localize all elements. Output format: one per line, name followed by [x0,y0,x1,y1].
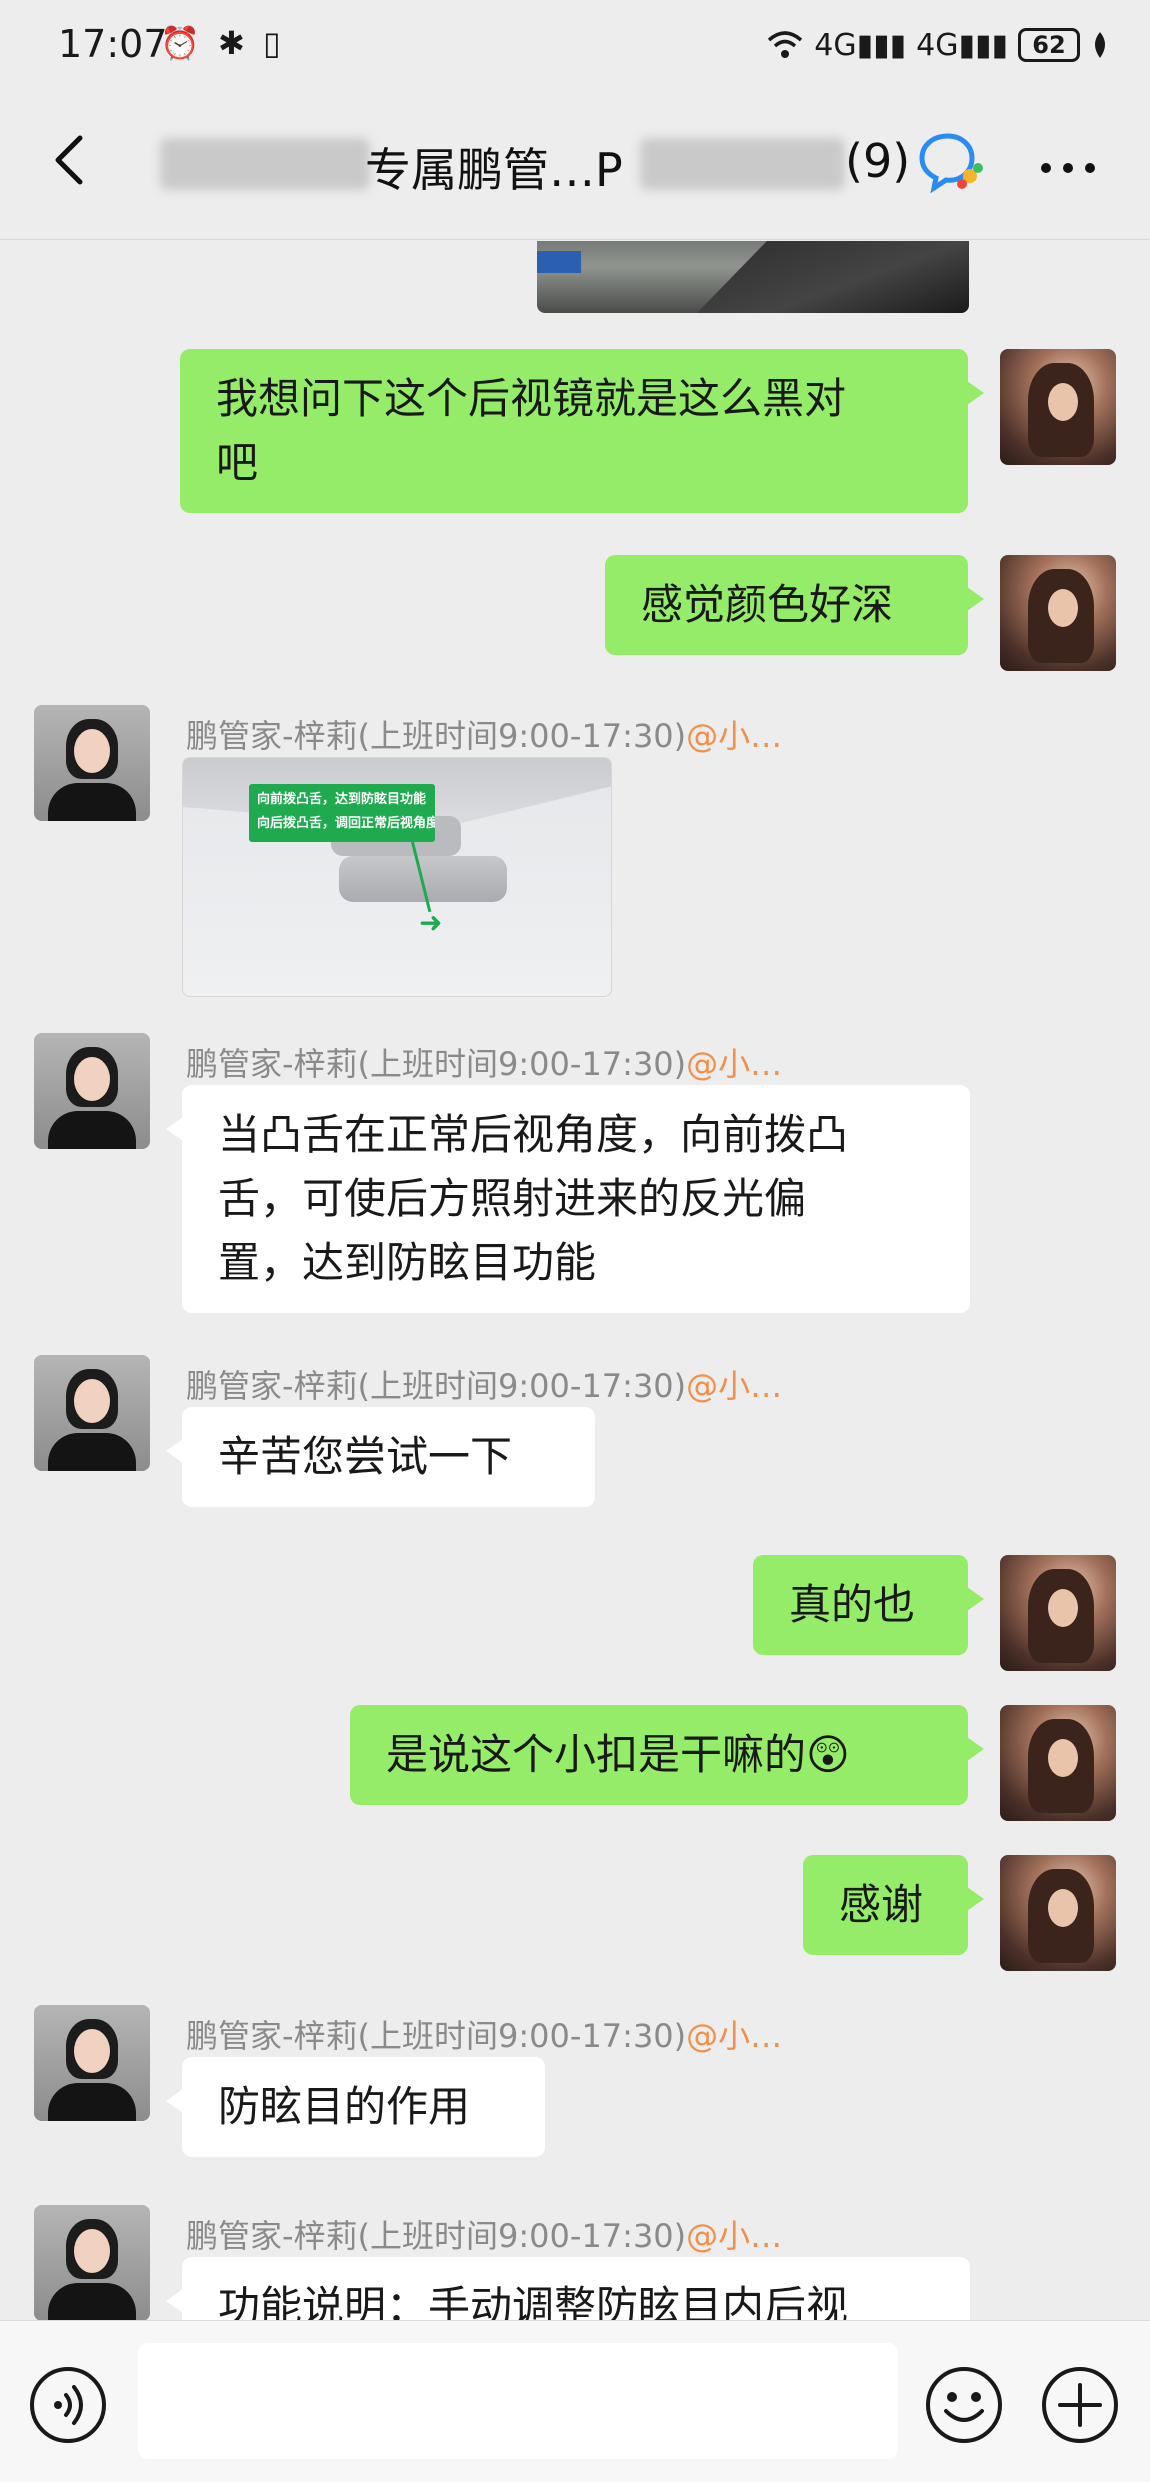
status-indicator-icons: ⏰ ✱ ▯ [160,24,285,62]
message-text: 舌，可使后方照射进来的反光偏 [218,1174,807,1223]
message-text: 感谢 [839,1880,924,1929]
avatar-agent[interactable] [34,2005,150,2121]
sender-name: 鹏管家-梓莉(上班时间9:00-17:30)@小… [186,717,783,755]
message-bubble-self[interactable]: 感谢 [803,1855,984,1955]
sender-name: 鹏管家-梓莉(上班时间9:00-17:30)@小… [186,2217,783,2255]
car-dashboard-shape [697,241,969,313]
sender-name: 鹏管家-梓莉(上班时间9:00-17:30)@小… [186,2017,783,2055]
mention-tag: @小… [686,1367,783,1405]
message-bubble-self[interactable]: 真的也 [753,1555,984,1655]
message-bubble-self[interactable]: 是说这个小扣是干嘛的😲 [350,1705,984,1805]
message-bubble-self[interactable]: 我想问下这个后视镜就是这么黑对 吧 [180,349,984,513]
chat-title[interactable]: 专属鹏管…P [365,134,623,200]
mention-tag: @小… [686,2017,783,2055]
add-attachment-icon[interactable] [1040,2365,1120,2445]
message-text: 感觉颜色好深 [641,580,894,629]
avatar-self[interactable] [1000,349,1116,465]
message-image-mirror-diagram[interactable]: 向前拨凸舌，达到防眩目功能 向后拨凸舌，调回正常后视角度 ➜ [182,757,612,997]
message-text: 置，达到防眩目功能 [218,1238,597,1287]
avatar-self[interactable] [1000,555,1116,671]
wecom-chat-icon[interactable] [918,130,986,194]
avatar-agent[interactable] [34,1355,150,1471]
mention-tag: @小… [686,717,783,755]
message-bubble-agent[interactable]: 当凸舌在正常后视角度，向前拨凸 舌，可使后方照射进来的反光偏 置，达到防眩目功能 [166,1085,970,1313]
leaf-icon [1095,32,1105,58]
message-input[interactable] [138,2343,898,2459]
message-image-car-photo[interactable] [537,241,969,313]
message-bubble-agent[interactable]: 防眩目的作用 [166,2057,545,2157]
wifi-icon [768,31,803,58]
license-plate-fragment [537,251,581,273]
message-bubble-agent[interactable]: 辛苦您尝试一下 [166,1407,595,1507]
member-count: (9) [845,134,911,188]
avatar-self[interactable] [1000,1705,1116,1821]
status-time: 17:07 [58,22,168,66]
avatar-agent[interactable] [34,705,150,821]
message-text: 真的也 [789,1580,916,1629]
status-bar: 17:07 ⏰ ✱ ▯ 4G▮▮▮ 4G▮▮▮ 62 [0,0,1150,90]
message-text: 是说这个小扣是干嘛的 [386,1730,807,1779]
input-bar [0,2320,1150,2482]
sender-name: 鹏管家-梓莉(上班时间9:00-17:30)@小… [186,1367,783,1405]
avatar-self[interactable] [1000,1555,1116,1671]
title-redacted-right [640,138,845,190]
emoji-icon[interactable] [924,2365,1004,2445]
status-right-group: 4G▮▮▮ 4G▮▮▮ 62 [766,22,1110,68]
avatar-agent[interactable] [34,2205,150,2321]
signal-4g-icon-2: 4G▮▮▮ [916,27,1008,63]
avatar-self[interactable] [1000,1855,1116,1971]
avatar-agent[interactable] [34,1033,150,1149]
signal-4g-icon: 4G▮▮▮ [814,27,907,63]
message-text: 防眩目的作用 [218,2082,471,2131]
shocked-face-emoji-icon: 😲 [806,1730,850,1779]
arrow-right-icon: ➜ [419,906,443,939]
sender-name: 鹏管家-梓莉(上班时间9:00-17:30)@小… [186,1045,783,1083]
message-list[interactable]: 我想问下这个后视镜就是这么黑对 吧 感觉颜色好深 鹏管家-梓莉(上班时间9:00… [0,241,1150,2321]
more-options-icon[interactable] [1040,162,1096,174]
message-bubble-self[interactable]: 感觉颜色好深 [605,555,984,655]
message-bubble-agent[interactable]: 功能说明：手动调整防眩目内后视 [166,2257,970,2321]
back-arrow-icon[interactable] [42,130,102,190]
title-redacted-left [160,138,370,190]
battery-icon: 62 [1018,28,1080,62]
message-text: 吧 [216,438,259,487]
diagram-callout: 向前拨凸舌，达到防眩目功能 向后拨凸舌，调回正常后视角度 [249,784,435,842]
chat-header: 专属鹏管…P (9) [0,90,1150,240]
message-text: 当凸舌在正常后视角度，向前拨凸 [218,1110,849,1159]
voice-input-icon[interactable] [28,2365,108,2445]
message-text: 辛苦您尝试一下 [218,1432,513,1481]
mention-tag: @小… [686,1045,783,1083]
message-text: 功能说明：手动调整防眩目内后视 [218,2282,849,2321]
mention-tag: @小… [686,2217,783,2255]
message-text: 我想问下这个后视镜就是这么黑对 [216,374,847,423]
